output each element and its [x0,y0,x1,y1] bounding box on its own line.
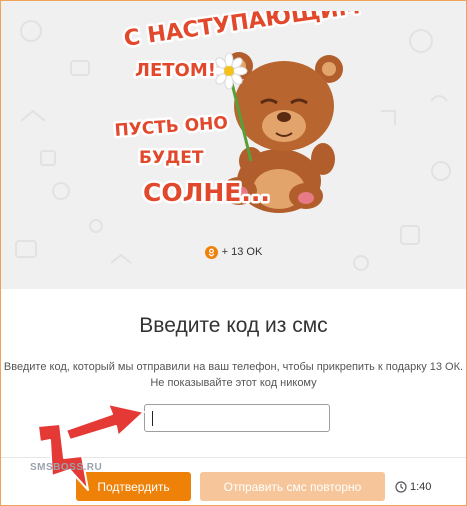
resend-timer: 1:40 [395,480,431,494]
sticker-line-2: ЛЕТОМ! [135,60,216,81]
dialog-description: Введите код, который мы отправили на ваш… [1,359,466,391]
timer-value: 1:40 [410,481,432,493]
bear-sticker: С НАСТУПАЮЩИМ ЛЕТОМ! ПУСТЬ ОНО БУДЕТ СОЛ… [111,11,361,213]
text-caret [152,411,153,426]
watermark: SMSBOSS.RU [30,462,103,473]
description-line-2: Не показывайте этот код никому [150,377,317,389]
gift-price-text: + 13 OK [221,246,263,258]
description-line-1: Введите код, который мы отправили на ваш… [3,361,464,373]
gift-preview: С НАСТУПАЮЩИМ ЛЕТОМ! ПУСТЬ ОНО БУДЕТ СОЛ… [1,1,466,289]
clock-icon [395,481,407,493]
ok-coin-icon [204,245,218,259]
sticker-line-4: БУДЕТ [139,148,204,168]
gift-sms-dialog: С НАСТУПАЮЩИМ ЛЕТОМ! ПУСТЬ ОНО БУДЕТ СОЛ… [0,0,467,506]
sticker-line-5: СОЛНЕ... [143,178,270,207]
sticker-line-3: ПУСТЬ ОНО [114,113,229,141]
confirm-button[interactable]: Подтвердить [76,472,191,501]
gift-price: + 13 OK [1,242,466,262]
sms-code-input[interactable] [144,404,330,432]
dialog-title: Введите код из смс [139,314,328,337]
sticker-line-1: С НАСТУПАЮЩИМ [122,11,361,52]
resend-sms-button[interactable]: Отправить смс повторно [200,472,385,501]
